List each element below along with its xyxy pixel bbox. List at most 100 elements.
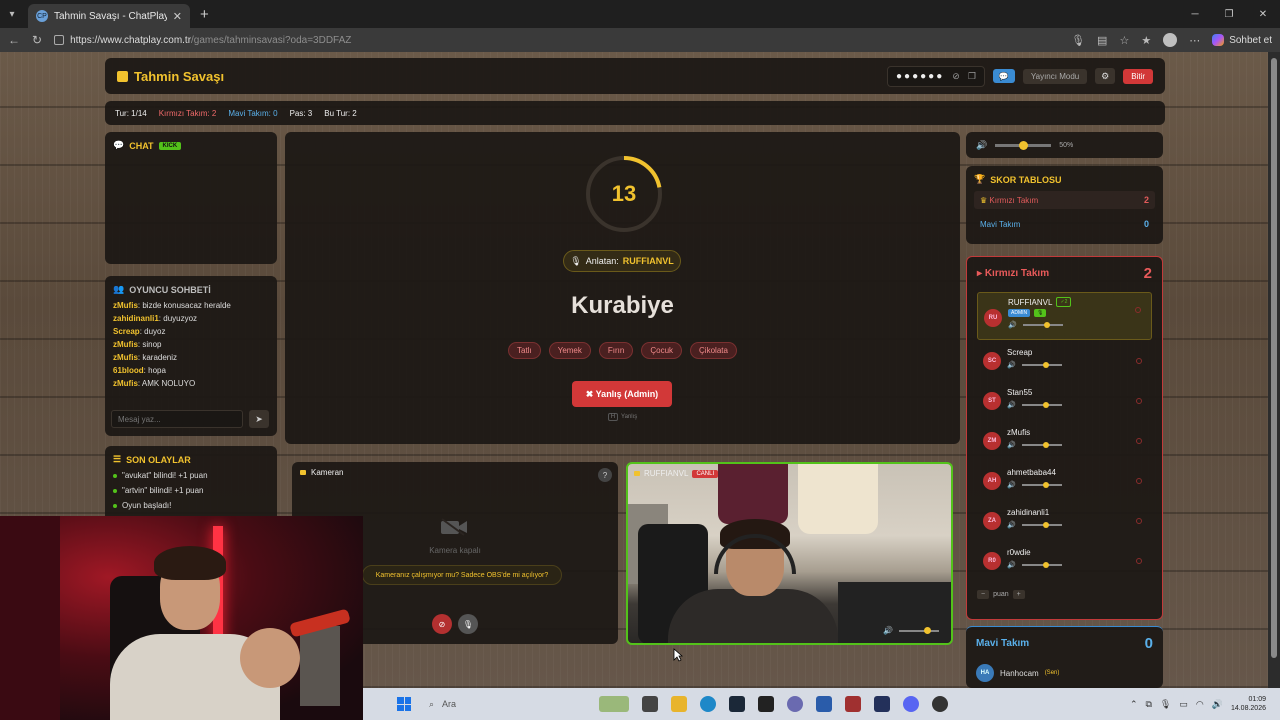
chat-message: zMufis: sinop [113, 340, 269, 349]
minimize-icon[interactable]: ─ [1178, 0, 1212, 28]
live-volume-knob[interactable] [924, 626, 931, 634]
edge-icon[interactable] [700, 696, 716, 712]
hide-icon[interactable]: ⊘ [952, 71, 960, 82]
network-icon[interactable]: ⧉ [1145, 699, 1151, 710]
taboo-word: Yemek [548, 342, 591, 359]
player-volume-slider[interactable] [1022, 322, 1063, 328]
settings-button[interactable]: ⚙ [1095, 68, 1116, 84]
player-volume-knob[interactable] [1043, 322, 1050, 328]
app-icon[interactable] [787, 696, 803, 712]
master-volume-knob[interactable] [1019, 140, 1029, 150]
kick-player-icon[interactable] [1136, 438, 1142, 444]
scrollbar-thumb[interactable] [1271, 58, 1277, 658]
toggle-mic-icon[interactable]: 🎙 [458, 614, 478, 634]
obs-question-button[interactable]: Kameranız çalışmıyor mu? Sadece OBS'de m… [362, 565, 562, 585]
widget-icon[interactable] [599, 696, 629, 712]
taskbar-search[interactable]: ⌕ Ara [429, 699, 529, 710]
new-tab-icon[interactable]: + [200, 6, 209, 23]
master-volume-slider[interactable] [995, 140, 1052, 150]
player-volume-slider[interactable] [1021, 482, 1062, 488]
display-icon[interactable]: ▭ [1179, 699, 1188, 710]
volume-tray-icon[interactable]: 🔊 [1212, 699, 1223, 710]
kick-player-icon[interactable] [1135, 307, 1141, 313]
send-icon[interactable]: ➤ [249, 410, 269, 428]
chat-toggle-button[interactable]: 💬 [992, 69, 1015, 83]
file-explorer-icon[interactable] [671, 696, 687, 712]
player-volume-slider[interactable] [1021, 402, 1062, 408]
kick-player-icon[interactable] [1136, 358, 1142, 364]
obs-icon[interactable] [758, 696, 774, 712]
url-path: /games/tahminsavasi?oda=3DDFAZ [191, 34, 352, 46]
speaker-icon[interactable]: 🔊 [1007, 441, 1016, 449]
live-volume-slider[interactable] [899, 626, 939, 634]
player-volume-knob[interactable] [1042, 562, 1049, 568]
player-volume-slider[interactable] [1021, 522, 1062, 528]
help-icon[interactable]: ? [598, 468, 612, 482]
vscode-icon[interactable] [874, 696, 890, 712]
microphone-icon[interactable]: 🎙 [1071, 34, 1085, 47]
chat-message-input[interactable] [111, 410, 243, 428]
player-name: r0wdie [1007, 548, 1031, 557]
speaker-icon[interactable]: 🔊 [1007, 401, 1016, 409]
close-tab-icon[interactable]: ✕ [173, 10, 182, 23]
player-volume: 🔊 [1007, 441, 1152, 449]
player-row: SC Screap 🔊 [977, 344, 1152, 380]
speaker-icon[interactable]: 🔊 [1007, 521, 1016, 529]
speaker-icon[interactable]: 🔊 [976, 140, 987, 151]
copy-icon[interactable]: ❐ [968, 71, 976, 82]
speaker-icon[interactable]: 🔊 [883, 626, 893, 635]
wrong-admin-button[interactable]: ✖ Yanlış (Admin) [572, 381, 672, 407]
browser-tab[interactable]: CP Tahmin Savaşı - ChatPlay ✕ [28, 4, 190, 28]
kick-player-icon[interactable] [1136, 518, 1142, 524]
decrease-points-button[interactable]: − [977, 590, 990, 599]
favorite-icon[interactable]: ☆ [1119, 34, 1129, 47]
chrome-icon[interactable] [932, 696, 948, 712]
shield-icon[interactable] [845, 696, 861, 712]
speaker-icon[interactable]: 🔊 [1007, 361, 1016, 369]
start-tile [404, 697, 411, 704]
profile-avatar[interactable] [1163, 33, 1178, 47]
discord-icon[interactable] [903, 696, 919, 712]
speaker-icon[interactable]: 🔊 [1007, 481, 1016, 489]
blue-team-score: 0 [1143, 219, 1149, 229]
copilot-button[interactable]: Sohbet et [1212, 34, 1272, 46]
streamer-mode-button[interactable]: Yayıncı Modu [1022, 68, 1088, 84]
mic-tray-icon[interactable]: 🎙 [1160, 699, 1171, 710]
kick-player-icon[interactable] [1136, 558, 1142, 564]
player-volume-slider[interactable] [1021, 562, 1062, 568]
back-icon[interactable]: ← [8, 33, 20, 47]
speaker-icon[interactable]: 🔊 [1007, 561, 1016, 569]
reload-icon[interactable]: ↻ [32, 33, 42, 47]
task-view-icon[interactable] [642, 696, 658, 712]
kick-player-icon[interactable] [1136, 478, 1142, 484]
editor-icon[interactable] [816, 696, 832, 712]
url-field[interactable]: https://www.chatplay.com.tr/games/tahmin… [54, 30, 1059, 50]
narrator-label: Anlatan: [585, 256, 619, 266]
player-volume-knob[interactable] [1042, 402, 1049, 408]
kick-player-icon[interactable] [1136, 398, 1142, 404]
end-game-button[interactable]: Bitir [1123, 68, 1153, 84]
favorites-icon[interactable]: ★ [1141, 34, 1151, 47]
player-volume-knob[interactable] [1042, 362, 1049, 368]
player-volume-knob[interactable] [1042, 522, 1049, 528]
speaker-icon[interactable]: 🔊 [1008, 321, 1017, 329]
windows-start-icon[interactable] [397, 697, 411, 711]
tray-chevron-icon[interactable]: ⌃ [1130, 699, 1138, 710]
tab-list-icon[interactable]: ▾ [0, 0, 24, 28]
increase-points-button[interactable]: + [1012, 590, 1025, 599]
player-volume-knob[interactable] [1042, 482, 1049, 488]
site-info-icon[interactable] [54, 35, 65, 45]
player-volume-slider[interactable] [1021, 362, 1062, 368]
steam-icon[interactable] [729, 696, 745, 712]
toggle-camera-icon[interactable]: ⊘ [432, 614, 452, 634]
player-volume-slider[interactable] [1021, 442, 1062, 448]
restore-icon[interactable]: ❐ [1212, 0, 1246, 28]
player-volume-knob[interactable] [1042, 442, 1049, 448]
clock[interactable]: 01:09 14.08.2026 [1231, 695, 1266, 713]
more-icon[interactable]: ⋯ [1189, 34, 1200, 47]
master-volume: 🔊 50% [966, 132, 1163, 158]
wifi-icon[interactable]: ◠ [1196, 699, 1204, 710]
close-window-icon[interactable]: ✕ [1246, 0, 1280, 28]
reader-icon[interactable]: ▤ [1097, 34, 1107, 47]
logo: Tahmin Savaşı [117, 69, 224, 84]
